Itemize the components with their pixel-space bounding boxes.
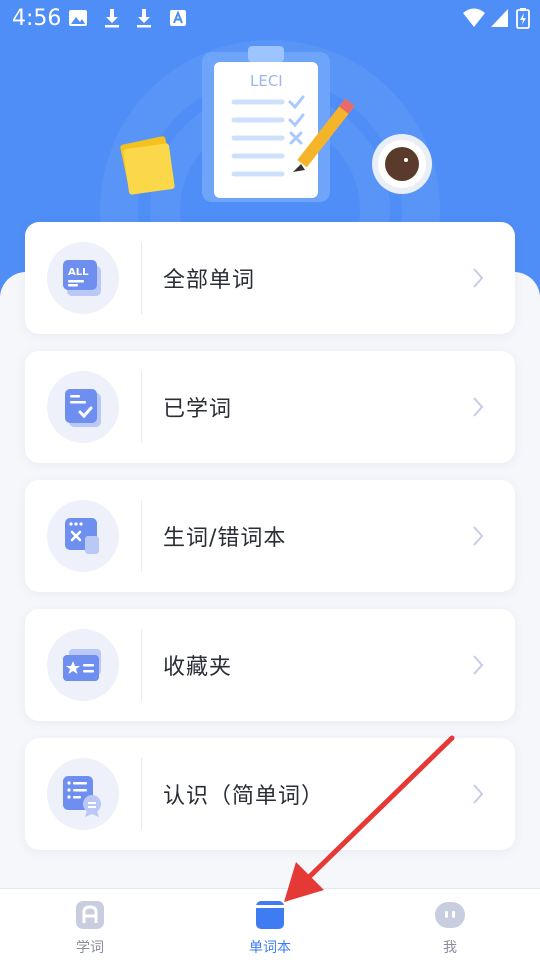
clipboard-text: LECI: [250, 72, 283, 90]
menu-item-label: 已学词: [163, 397, 233, 422]
menu-item-wrong-words[interactable]: 生词/错词本: [25, 480, 515, 592]
divider: [141, 629, 142, 701]
menu-item-label: 生词/错词本: [163, 526, 287, 551]
coffee-cup-icon: [372, 134, 432, 194]
learn-icon: [76, 901, 104, 929]
menu-item-label: 收藏夹: [163, 655, 233, 680]
chevron-right-icon: [473, 268, 484, 288]
wifi-icon: [463, 8, 485, 27]
image-icon: [69, 10, 87, 26]
red-arrow-icon: [284, 735, 455, 902]
divider: [141, 500, 142, 572]
download-icon: [137, 9, 151, 28]
chevron-right-icon: [473, 655, 484, 675]
menu-item-favorites[interactable]: 收藏夹: [25, 609, 515, 721]
nav-label: 我: [443, 940, 457, 956]
nav-label: 学词: [76, 940, 104, 956]
divider: [141, 758, 142, 830]
download-icon: [105, 9, 119, 28]
chevron-right-icon: [473, 784, 484, 804]
known-words-icon: [47, 758, 119, 830]
status-time: 4:56: [12, 6, 62, 31]
learned-words-icon: [47, 371, 119, 443]
chevron-right-icon: [473, 397, 484, 417]
sticky-note-icon: [120, 136, 175, 195]
chevron-right-icon: [473, 526, 484, 546]
battery-icon: [516, 8, 530, 29]
hero-illustration: LECI: [120, 46, 432, 202]
menu-item-learned-words[interactable]: 已学词: [25, 351, 515, 463]
favorites-icon: [47, 629, 119, 701]
wrong-words-icon: [47, 500, 119, 572]
divider: [141, 242, 142, 314]
text-app-icon: [170, 10, 186, 26]
nav-label: 单词本: [249, 940, 291, 956]
status-bar: 4:56: [0, 0, 540, 36]
divider: [141, 371, 142, 443]
nav-item-learn[interactable]: 学词: [0, 889, 180, 960]
svg-text:ALL: ALL: [68, 267, 89, 278]
menu-item-label: 全部单词: [163, 268, 256, 293]
signal-icon: [491, 9, 508, 27]
menu-item-all-words[interactable]: ALL 全部单词: [25, 222, 515, 334]
all-words-icon: ALL: [47, 242, 119, 314]
